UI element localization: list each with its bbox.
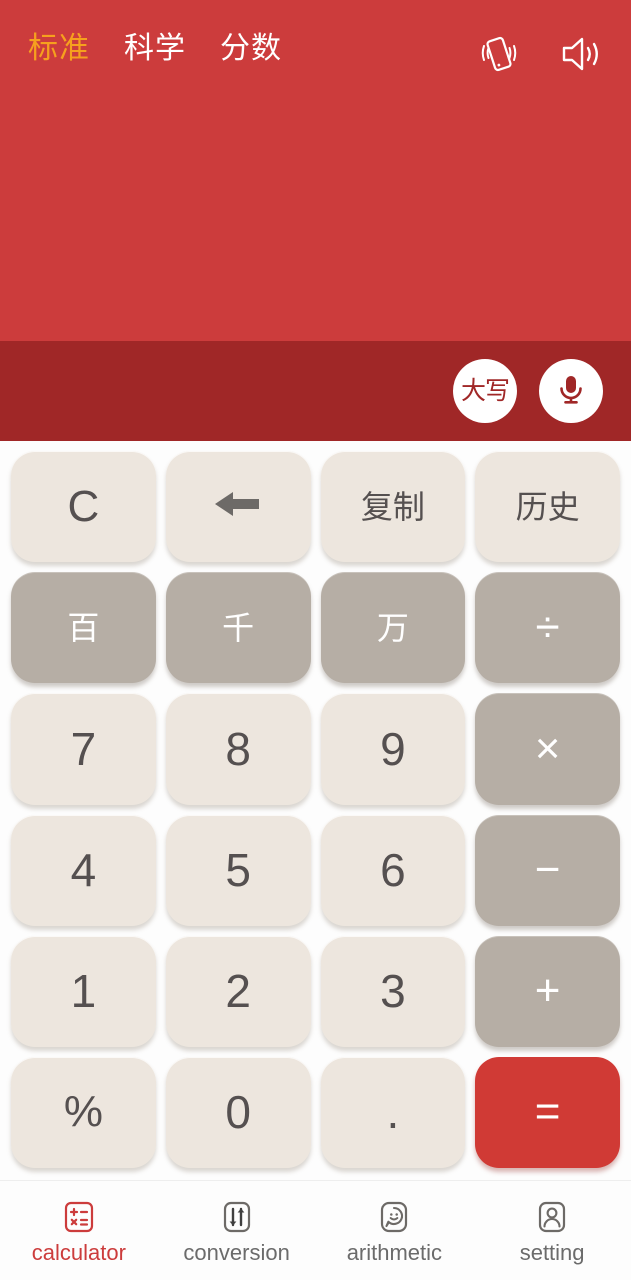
key-row: 1 2 3 + xyxy=(11,935,620,1047)
nav-item-conversion[interactable]: conversion xyxy=(158,1181,316,1280)
key-plus[interactable]: + xyxy=(475,935,620,1047)
mode-tab-fraction[interactable]: 分数 xyxy=(220,34,282,64)
expression-display xyxy=(20,120,611,160)
nav-label-conversion: conversion xyxy=(183,1239,290,1265)
key-0[interactable]: 0 xyxy=(165,1056,311,1169)
key-6[interactable]: 6 xyxy=(320,814,466,926)
mode-tab-scientific[interactable]: 科学 xyxy=(124,34,186,64)
key-divide[interactable]: ÷ xyxy=(475,572,620,684)
key-multiply[interactable]: × xyxy=(475,693,620,805)
calculator-icon xyxy=(60,1198,98,1236)
mode-tab-standard[interactable]: 标准 xyxy=(28,34,90,64)
microphone-icon xyxy=(553,371,589,412)
backspace-arrow-icon xyxy=(211,484,265,529)
key-1[interactable]: 1 xyxy=(11,935,156,1047)
person-icon xyxy=(533,1198,571,1236)
nav-item-calculator[interactable]: calculator xyxy=(0,1181,158,1280)
key-backspace[interactable] xyxy=(165,451,311,563)
uppercase-button-label: 大写 xyxy=(460,376,510,405)
microphone-button[interactable] xyxy=(539,359,603,423)
sound-icon[interactable] xyxy=(557,30,605,78)
nav-label-arithmetic: arithmetic xyxy=(346,1239,443,1265)
key-4[interactable]: 4 xyxy=(11,814,156,926)
key-copy[interactable]: 复制 xyxy=(320,451,466,563)
bottom-navigation: calculator conversion arithmetic setting xyxy=(0,1180,631,1280)
arithmetic-icon xyxy=(375,1198,413,1236)
nav-label-setting: setting xyxy=(519,1239,585,1265)
key-decimal[interactable]: . xyxy=(320,1056,466,1169)
vibrate-icon[interactable] xyxy=(475,30,523,78)
mode-tab-bar: 标准 科学 分数 xyxy=(28,34,282,64)
keypad: C 复制 历史 百 千 万 ÷ 7 8 9 × 4 5 6 − 1 2 3 + … xyxy=(0,441,631,1180)
key-row: 4 5 6 − xyxy=(11,814,620,926)
key-hundred[interactable]: 百 xyxy=(11,572,156,684)
display-area: 标准 科学 分数 xyxy=(0,0,631,341)
key-history[interactable]: 历史 xyxy=(475,451,620,563)
nav-item-arithmetic[interactable]: arithmetic xyxy=(316,1181,474,1280)
key-8[interactable]: 8 xyxy=(165,693,311,805)
key-minus[interactable]: − xyxy=(475,814,620,926)
result-display xyxy=(20,245,611,315)
key-7[interactable]: 7 xyxy=(11,693,156,805)
nav-item-setting[interactable]: setting xyxy=(473,1181,631,1280)
key-5[interactable]: 5 xyxy=(165,814,311,926)
key-3[interactable]: 3 xyxy=(320,935,466,1047)
key-thousand[interactable]: 千 xyxy=(165,572,311,684)
key-ten-thousand[interactable]: 万 xyxy=(320,572,466,684)
key-row: 7 8 9 × xyxy=(11,693,620,805)
key-9[interactable]: 9 xyxy=(320,693,466,805)
key-2[interactable]: 2 xyxy=(165,935,311,1047)
calculator-app: 标准 科学 分数 大写 C 复制 历史 百 千 万 ÷ 7 8 9 × 4 5 … xyxy=(0,0,631,1280)
key-equals[interactable]: = xyxy=(475,1056,620,1169)
nav-label-calculator: calculator xyxy=(31,1239,126,1265)
key-row: % 0 . = xyxy=(11,1056,620,1169)
uppercase-button[interactable]: 大写 xyxy=(453,359,517,423)
key-percent[interactable]: % xyxy=(11,1056,156,1169)
key-row: 百 千 万 ÷ xyxy=(11,572,620,684)
top-icon-group xyxy=(475,30,605,78)
tool-band: 大写 xyxy=(0,341,631,441)
key-clear[interactable]: C xyxy=(11,451,156,563)
key-row: C 复制 历史 xyxy=(11,451,620,563)
conversion-icon xyxy=(218,1198,256,1236)
